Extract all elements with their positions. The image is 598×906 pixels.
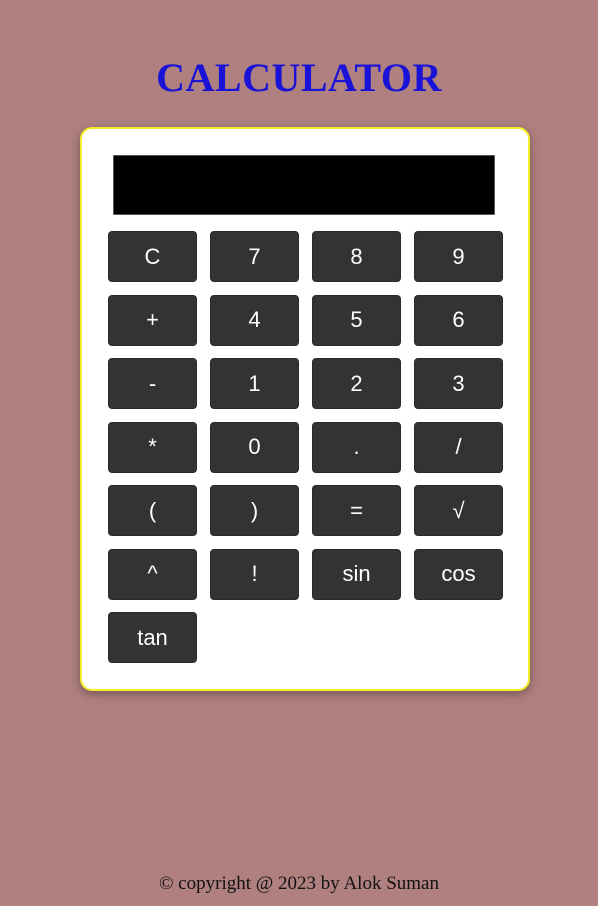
key-sqrt[interactable]: √	[414, 485, 503, 536]
key-6[interactable]: 6	[414, 294, 503, 346]
footer-copyright: © copyright @ 2023 by Alok Suman	[159, 873, 439, 894]
key-factorial[interactable]: !	[210, 548, 299, 600]
key-3[interactable]: 3	[414, 358, 503, 409]
key-8[interactable]: 8	[312, 231, 401, 282]
key-close-paren[interactable]: )	[210, 485, 299, 536]
key-power[interactable]: ^	[108, 548, 197, 600]
calculator-panel: C 7 8 9 + 4 5 6 - 1 2 3 * 0 . / ( ) = √ …	[80, 127, 530, 691]
key-divide[interactable]: /	[414, 421, 503, 473]
key-5[interactable]: 5	[312, 294, 401, 346]
key-clear[interactable]: C	[108, 231, 197, 282]
key-2[interactable]: 2	[312, 358, 401, 409]
key-decimal[interactable]: .	[312, 421, 401, 473]
key-sin[interactable]: sin	[312, 548, 401, 600]
key-open-paren[interactable]: (	[108, 485, 197, 536]
key-1[interactable]: 1	[210, 358, 299, 409]
keypad: C 7 8 9 + 4 5 6 - 1 2 3 * 0 . / ( ) = √ …	[108, 231, 504, 663]
key-7[interactable]: 7	[210, 231, 299, 282]
key-0[interactable]: 0	[210, 421, 299, 473]
calculator-display[interactable]	[113, 155, 495, 215]
key-4[interactable]: 4	[210, 294, 299, 346]
key-multiply[interactable]: *	[108, 421, 197, 473]
key-9[interactable]: 9	[414, 231, 503, 282]
key-equals[interactable]: =	[312, 485, 401, 536]
page-title: CALCULATOR	[156, 55, 442, 100]
key-tan[interactable]: tan	[108, 612, 197, 663]
key-minus[interactable]: -	[108, 358, 197, 409]
key-cos[interactable]: cos	[414, 548, 503, 600]
key-plus[interactable]: +	[108, 294, 197, 346]
